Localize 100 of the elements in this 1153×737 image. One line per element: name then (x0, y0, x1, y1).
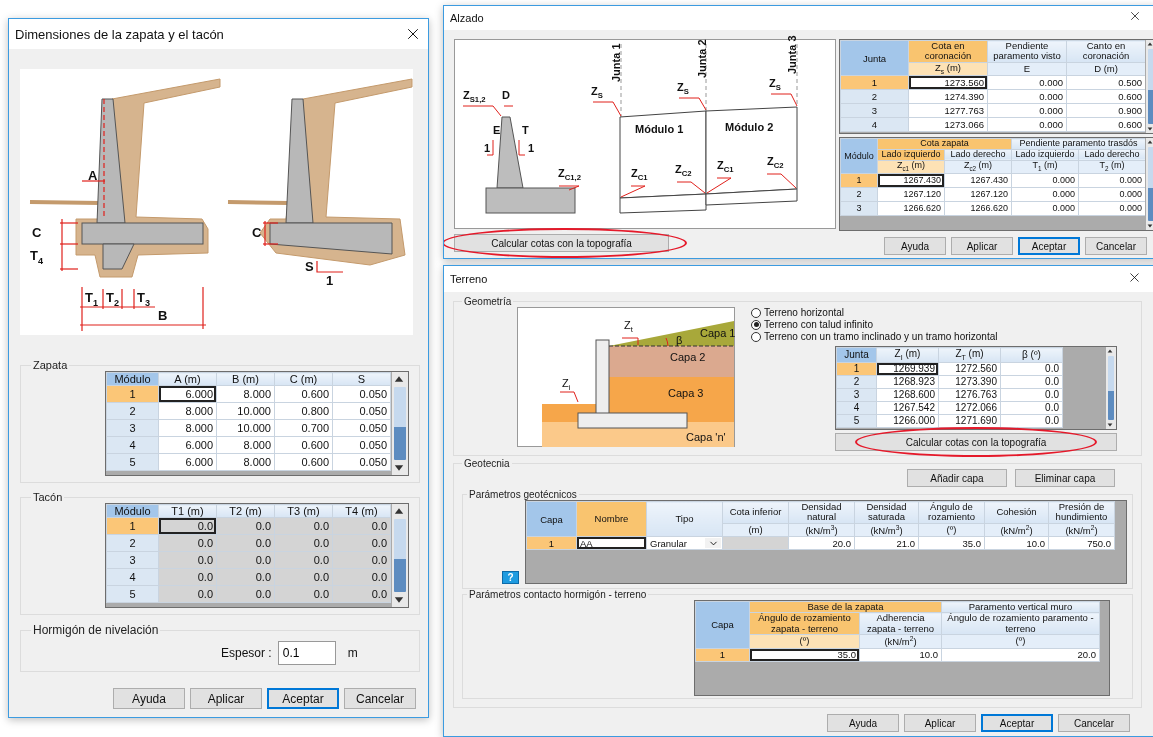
column-header[interactable]: Nombre (576, 501, 647, 537)
drawing-label: Z$_{S}$ (677, 82, 689, 96)
column-header: Capa (526, 501, 577, 537)
calculate-button[interactable]: Calcular cotas con la topografía (454, 234, 669, 252)
drawing-label: Junta 2 (697, 39, 708, 78)
drawing-label: T (522, 125, 529, 136)
column-header: Capa (695, 601, 750, 649)
column-header[interactable]: β (º) (1000, 347, 1063, 363)
field-label: Espesor : (221, 646, 272, 660)
drawing-label: T$_{2}$ (106, 291, 119, 308)
column-header[interactable]: Lado derecho (944, 149, 1012, 161)
drawing-label: A (88, 169, 98, 182)
radio-option[interactable]: Terreno con un tramo inclinado y un tramo horizontal (751, 331, 1117, 342)
drawing-label: 1 (326, 274, 334, 287)
drawing-label: Z$_{S}$ (769, 78, 781, 92)
scrollbar[interactable] (1145, 40, 1153, 133)
column-header[interactable]: S (332, 372, 391, 386)
dialog-button[interactable]: Aplicar (951, 237, 1013, 255)
dialog-button[interactable]: Ayuda (884, 237, 946, 255)
scrollbar[interactable] (1105, 347, 1116, 429)
drawing-label: β (676, 335, 683, 346)
drawing-label: Z$_{C2}$ (675, 164, 692, 178)
radio-circle[interactable] (751, 307, 761, 318)
column-header[interactable]: Canto en coronación (1066, 40, 1145, 63)
drawing-label: C (252, 226, 262, 239)
column-group-header: Pendiente paramento trasdós (1011, 138, 1145, 150)
drawing-label: Capa 'n' (686, 432, 726, 443)
thickness-input[interactable]: 0.1 (277, 641, 336, 665)
drawing-label: T$_{4}$ (30, 249, 43, 266)
dialog-button[interactable]: Aceptar (1018, 237, 1080, 255)
column-header[interactable]: A (m) (158, 372, 217, 386)
column-header[interactable]: Ángulo de rozamiento paramento - terreno (941, 612, 1100, 635)
drawing-label: 1 (484, 143, 491, 154)
drawing-label: Junta 3 (787, 35, 798, 74)
column-header[interactable]: Z$_{I}$ (m) (876, 347, 939, 363)
dialog-button[interactable]: Ayuda (113, 688, 185, 709)
group-title: Hormigón de nivelación (32, 623, 160, 637)
column-header[interactable]: Lado izquierdo (877, 149, 945, 161)
close-icon[interactable] (1128, 9, 1142, 23)
column-header[interactable]: C (m) (274, 372, 333, 386)
radio-option[interactable]: Terreno con talud infinito (751, 319, 1117, 330)
dialog-button[interactable]: Ayuda (827, 714, 899, 732)
drawing-label: T$_{3}$ (137, 291, 150, 308)
drawing-label: E (493, 125, 501, 136)
drawing-label: Z$_{C1}$ (631, 168, 648, 182)
drawing-label: Z$_{C1,2}$ (558, 168, 581, 182)
drawing-label: D (502, 90, 510, 101)
column-header[interactable]: Lado derecho (1078, 149, 1145, 161)
group-title: Tacón (32, 491, 64, 503)
column-header: Junta (840, 40, 909, 76)
drawing-label: Z$_{C1}$ (717, 160, 734, 174)
drawing-label: T$_{1}$ (85, 291, 98, 308)
calculate-button[interactable]: Calcular cotas con la topografía (835, 433, 1117, 451)
group-title: Parámetros geotécnicos (468, 489, 578, 500)
drawing-label: Capa 1 (700, 328, 736, 339)
dialog-button[interactable]: Aplicar (190, 688, 262, 709)
column-header[interactable]: Cota inferior (722, 501, 789, 524)
scrollbar[interactable] (1145, 138, 1153, 230)
drawing-label: S (305, 260, 314, 273)
column-header[interactable]: Cota en coronación (908, 40, 988, 63)
radio-option[interactable]: Terreno horizontal (751, 307, 1117, 318)
drawing-label: Z$_{C2}$ (767, 156, 784, 170)
column-header[interactable]: Lado izquierdo (1011, 149, 1079, 161)
scroll-up-icon[interactable] (1106, 347, 1114, 355)
column-header[interactable]: Ángulo de rozamiento (918, 501, 985, 524)
column-header: Módulo (840, 138, 878, 173)
column-header[interactable]: Tipo (646, 501, 723, 537)
drawing-label: Junta 1 (611, 43, 622, 82)
radio-circle[interactable] (751, 331, 761, 342)
remove-layer-button[interactable]: Eliminar capa (1015, 469, 1115, 487)
column-header[interactable]: Densidad natural (788, 501, 855, 524)
window-title: Terreno (450, 273, 488, 285)
scroll-down-icon[interactable] (1146, 222, 1153, 230)
column-header: Junta (836, 347, 877, 363)
group-title: Geometría (463, 296, 513, 307)
drawing-label: B (158, 309, 168, 322)
drawing-label: Módulo 1 (635, 124, 684, 135)
add-layer-button[interactable]: Añadir capa (907, 469, 1007, 487)
window-title: Alzado (450, 12, 484, 24)
dialog-button[interactable]: Aceptar (267, 688, 339, 709)
scrollbar[interactable] (391, 372, 408, 475)
drawing-label: Capa 3 (668, 388, 704, 399)
drawing-label: Módulo 2 (725, 122, 774, 133)
dialog-button[interactable]: Cancelar (1085, 237, 1147, 255)
group-title: Geotecnia (463, 458, 511, 469)
column-group-header: Cota zapata (877, 138, 1012, 150)
column-header[interactable]: Cohesión (984, 501, 1049, 524)
dialog-button[interactable]: Aceptar (981, 714, 1053, 732)
column-header[interactable]: Densidad saturada (854, 501, 919, 524)
column-header[interactable]: Pendiente paramento visto (987, 40, 1067, 63)
column-header[interactable]: Presión de hundimiento (1048, 501, 1115, 524)
column-header[interactable]: Z$_{T}$ (m) (938, 347, 1001, 363)
radio-circle[interactable] (751, 319, 761, 330)
drawing-label: Capa 2 (670, 352, 706, 363)
scroll-down-icon[interactable] (1106, 421, 1114, 429)
drawing-label: Z$_{t}$ (624, 320, 633, 334)
column-header[interactable]: B (m) (216, 372, 275, 386)
dialog-button[interactable]: Cancelar (344, 688, 416, 709)
dialog-button[interactable]: Aplicar (904, 714, 976, 732)
dialog-button[interactable]: Cancelar (1058, 714, 1130, 732)
